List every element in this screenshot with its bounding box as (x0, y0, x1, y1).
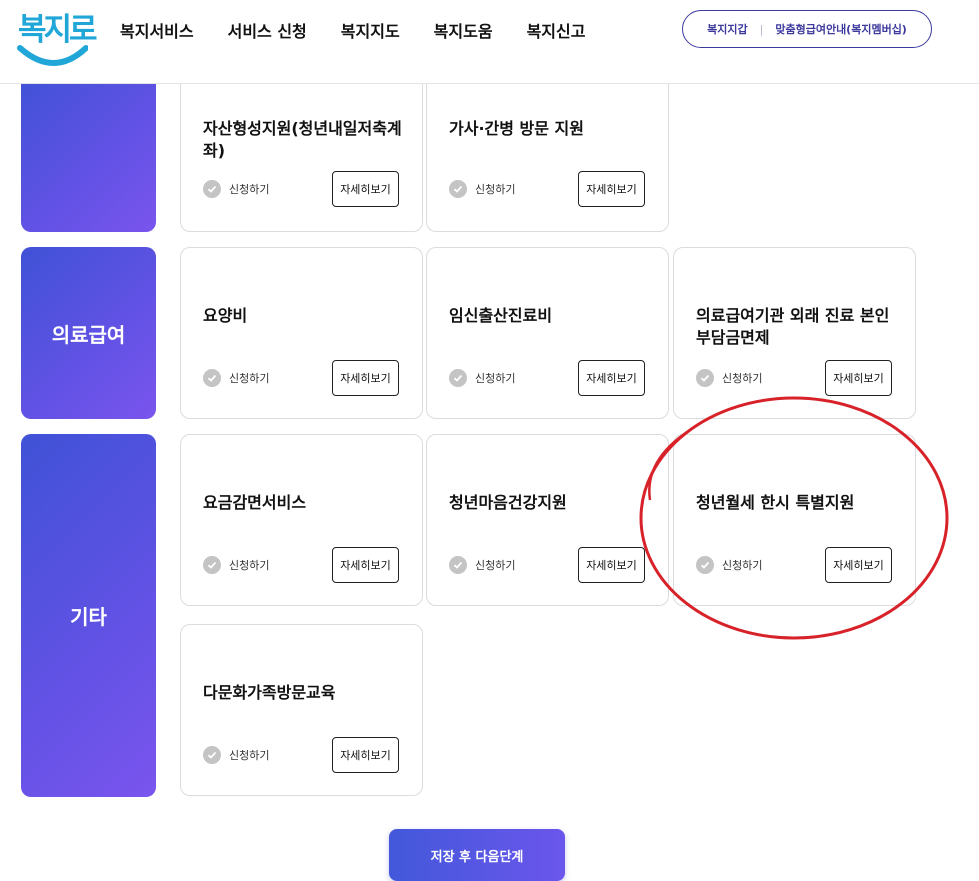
pill-separator: | (759, 22, 764, 36)
service-card-outpatient-copay-exemption: 의료급여기관 외래 진료 본인부담금면제 신청하기 자세히보기 (673, 247, 916, 419)
check-icon (203, 369, 221, 387)
check-icon (696, 556, 714, 574)
apply-label: 신청하기 (229, 749, 270, 762)
service-card-asset-formation: 자산형성지원(청년내일저축계좌) 신청하기 자세히보기 (180, 70, 423, 232)
apply-checkbox[interactable]: 신청하기 (449, 369, 515, 387)
save-next-step-button[interactable]: 저장 후 다음단계 (389, 829, 565, 881)
apply-label: 신청하기 (722, 372, 763, 385)
service-card-youth-mental-health: 청년마음건강지원 신청하기 자세히보기 (426, 434, 669, 606)
category-etc: 기타 (21, 434, 156, 797)
check-icon (203, 556, 221, 574)
apply-checkbox[interactable]: 신청하기 (203, 369, 269, 387)
service-card-youth-rent-support: 청년월세 한시 특별지원 신청하기 자세히보기 (673, 434, 916, 606)
check-icon (449, 180, 467, 198)
card-title: 임신출산진료비 (449, 306, 553, 325)
card-title: 의료급여기관 외래 진료 본인부담금면제 (696, 306, 890, 347)
card-title: 요금감면서비스 (203, 493, 307, 512)
detail-button[interactable]: 자세히보기 (578, 547, 645, 583)
service-card-fee-reduction: 요금감면서비스 신청하기 자세히보기 (180, 434, 423, 606)
check-icon (203, 746, 221, 764)
apply-label: 신청하기 (475, 183, 516, 196)
detail-button[interactable]: 자세히보기 (332, 171, 399, 207)
apply-label: 신청하기 (229, 559, 270, 572)
nav-welfare-help[interactable]: 복지도움 (434, 18, 493, 42)
service-card-multicultural-education: 다문화가족방문교육 신청하기 자세히보기 (180, 624, 423, 796)
apply-checkbox[interactable]: 신청하기 (696, 369, 762, 387)
service-card-medical-care-cost: 요양비 신청하기 자세히보기 (180, 247, 423, 419)
detail-button[interactable]: 자세히보기 (332, 360, 399, 396)
category-medical-aid: 의료급여 (21, 247, 156, 419)
service-card-pregnancy-medical-cost: 임신출산진료비 신청하기 자세히보기 (426, 247, 669, 419)
detail-button[interactable]: 자세히보기 (825, 547, 892, 583)
nav-welfare-report[interactable]: 복지신고 (527, 18, 586, 42)
pill-membership-info[interactable]: 맞춤형급여안내(복지멤버십) (775, 21, 907, 37)
card-title: 가사·간병 방문 지원 (449, 119, 584, 138)
apply-checkbox[interactable]: 신청하기 (203, 746, 269, 764)
card-title: 청년마음건강지원 (449, 493, 567, 512)
apply-checkbox[interactable]: 신청하기 (449, 556, 515, 574)
category-block-previous (21, 70, 156, 232)
nav-service-apply[interactable]: 서비스 신청 (228, 18, 307, 42)
site-logo[interactable]: 복지로 (16, 2, 98, 74)
apply-label: 신청하기 (475, 559, 516, 572)
nav-welfare-map[interactable]: 복지지도 (341, 18, 400, 42)
detail-button[interactable]: 자세히보기 (578, 360, 645, 396)
card-title: 다문화가족방문교육 (203, 683, 336, 702)
apply-checkbox[interactable]: 신청하기 (696, 556, 762, 574)
card-title: 청년월세 한시 특별지원 (696, 493, 855, 512)
apply-checkbox[interactable]: 신청하기 (449, 180, 515, 198)
apply-label: 신청하기 (722, 559, 763, 572)
apply-label: 신청하기 (229, 372, 270, 385)
apply-label: 신청하기 (475, 372, 516, 385)
detail-button[interactable]: 자세히보기 (825, 360, 892, 396)
check-icon (449, 369, 467, 387)
detail-button[interactable]: 자세히보기 (332, 547, 399, 583)
detail-button[interactable]: 자세히보기 (578, 171, 645, 207)
detail-button[interactable]: 자세히보기 (332, 737, 399, 773)
check-icon (696, 369, 714, 387)
apply-label: 신청하기 (229, 183, 270, 196)
nav-welfare-services[interactable]: 복지서비스 (120, 18, 194, 42)
main-nav: 복지서비스 서비스 신청 복지지도 복지도움 복지신고 (120, 18, 585, 42)
pill-welfare-wallet[interactable]: 복지지갑 (707, 21, 747, 37)
logo-smile-icon (17, 45, 88, 66)
apply-checkbox[interactable]: 신청하기 (203, 556, 269, 574)
service-card-housework-care: 가사·간병 방문 지원 신청하기 자세히보기 (426, 70, 669, 232)
check-icon (203, 180, 221, 198)
card-title: 요양비 (203, 306, 248, 325)
check-icon (449, 556, 467, 574)
site-header: 복지로 복지서비스 서비스 신청 복지지도 복지도움 복지신고 복지지갑 | 맞… (0, 0, 979, 84)
apply-checkbox[interactable]: 신청하기 (203, 180, 269, 198)
card-title: 자산형성지원(청년내일저축계좌) (203, 119, 402, 160)
wallet-membership-pill: 복지지갑 | 맞춤형급여안내(복지멤버십) (682, 10, 932, 48)
